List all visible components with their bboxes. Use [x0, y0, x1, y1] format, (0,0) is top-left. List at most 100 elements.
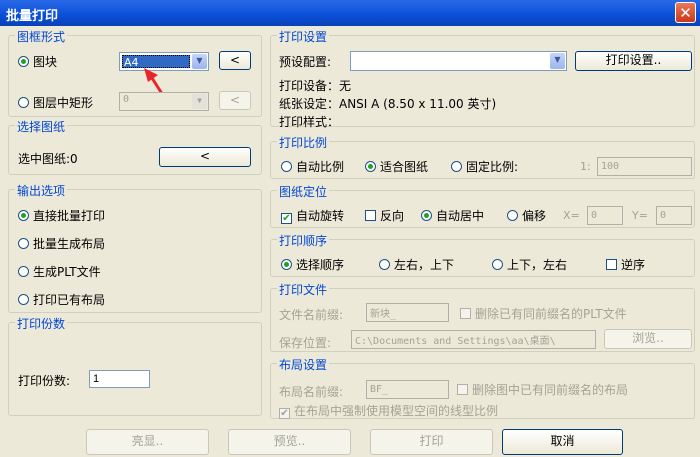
offset-y-input[interactable]: [656, 206, 692, 225]
file-prefix-input[interactable]: [366, 303, 449, 322]
radio-indicator: [492, 259, 503, 270]
auto-rotate-label: 自动旋转: [296, 209, 345, 223]
chevron-down-icon[interactable]: ▼: [550, 53, 565, 69]
scale-fit-radio[interactable]: 适合图纸: [365, 158, 428, 175]
radio-indicator: [18, 294, 29, 305]
radio-indicator: [451, 161, 462, 172]
radio-indicator: [18, 97, 29, 108]
output-plt-radio[interactable]: 生成PLT文件: [18, 263, 101, 280]
print-button-label: 打印: [419, 434, 444, 448]
radio-indicator: [18, 210, 29, 221]
cancel-button[interactable]: 取消: [502, 429, 623, 455]
output-layout-radio[interactable]: 批量生成布局: [18, 235, 105, 252]
layer-rect-select[interactable]: 0 ▼: [119, 92, 209, 111]
reverse-label: 反向: [380, 209, 405, 223]
scale-fixed-radio[interactable]: 固定比例:: [451, 158, 518, 175]
copies-label: 打印份数:: [18, 374, 71, 388]
pick-icon: <: [229, 53, 241, 67]
cancel-button-label: 取消: [550, 434, 575, 448]
layer-rect-select-value: 0: [123, 94, 130, 105]
copies-group: [8, 322, 262, 416]
check-icon: ✔: [279, 408, 290, 419]
delete-plt-label: 删除已有同前缀名的PLT文件: [475, 307, 627, 321]
scale-ratio-prefix: 1:: [580, 160, 591, 173]
order-tb-lr-label: 上下，左右: [507, 258, 568, 272]
output-options-title: 输出选项: [15, 182, 68, 199]
order-selection-label: 选择顺序: [296, 258, 345, 272]
offset-radio[interactable]: 偏移: [507, 207, 546, 224]
auto-center-radio[interactable]: 自动居中: [421, 207, 484, 224]
layout-prefix-input[interactable]: [366, 380, 449, 399]
scale-auto-label: 自动比例: [296, 160, 345, 174]
check-icon: [457, 384, 468, 395]
output-layout-label: 批量生成布局: [33, 237, 106, 251]
browse-button[interactable]: 浏览..: [604, 329, 692, 349]
delete-layout-checkbox[interactable]: 删除图中已有同前缀名的布局: [457, 381, 628, 398]
close-icon: ✕: [679, 4, 692, 22]
highlight-button-label: 亮显..: [131, 434, 164, 448]
force-linetype-checkbox[interactable]: ✔ 在布局中强制使用模型空间的线型比例: [279, 402, 498, 419]
copies-input[interactable]: [89, 370, 150, 388]
radio-indicator: [18, 56, 29, 67]
preset-label: 预设配置:: [279, 55, 332, 69]
scale-fixed-label: 固定比例:: [466, 160, 519, 174]
check-icon: [606, 259, 617, 270]
print-order-title: 打印顺序: [277, 232, 330, 249]
print-file-title: 打印文件: [277, 281, 330, 298]
order-lr-tb-radio[interactable]: 左右，上下: [379, 256, 454, 273]
preset-select[interactable]: ▼: [350, 51, 567, 71]
layout-prefix-label: 布局名前缀:: [279, 385, 344, 399]
layer-rect-pick-button[interactable]: <: [219, 91, 251, 110]
check-icon: [365, 210, 376, 221]
layout-settings-title: 布局设置: [277, 356, 330, 373]
highlight-button[interactable]: 亮显..: [86, 429, 209, 455]
force-linetype-label: 在布局中强制使用模型空间的线型比例: [294, 404, 499, 418]
select-drawing-title: 选择图纸: [15, 118, 68, 135]
selected-count-label: 选中图纸:0: [18, 152, 78, 166]
pick-icon: <: [229, 93, 241, 107]
delete-layout-label: 删除图中已有同前缀名的布局: [472, 383, 629, 397]
browse-button-label: 浏览..: [632, 331, 664, 345]
output-existing-radio[interactable]: 打印已有布局: [18, 291, 105, 308]
save-location-input[interactable]: [351, 330, 596, 349]
block-pick-button[interactable]: <: [219, 51, 251, 70]
print-button[interactable]: 打印: [370, 429, 493, 455]
order-reverse-label: 逆序: [621, 258, 646, 272]
output-direct-radio[interactable]: 直接批量打印: [18, 207, 105, 224]
radio-indicator: [18, 238, 29, 249]
layer-rect-radio[interactable]: 图层中矩形: [18, 94, 93, 111]
print-scale-title: 打印比例: [277, 134, 330, 151]
auto-center-label: 自动居中: [436, 209, 485, 223]
radio-indicator: [507, 210, 518, 221]
block-radio[interactable]: 图块: [18, 53, 57, 70]
close-button[interactable]: ✕: [675, 2, 696, 23]
radio-indicator: [421, 210, 432, 221]
delete-plt-checkbox[interactable]: 删除已有同前缀名的PLT文件: [460, 305, 627, 322]
radio-indicator: [379, 259, 390, 270]
output-plt-label: 生成PLT文件: [33, 265, 101, 279]
offset-label: 偏移: [522, 209, 547, 223]
radio-indicator: [281, 161, 292, 172]
title-bar: 批量打印 ✕: [0, 0, 700, 26]
preview-button-label: 预览..: [273, 434, 306, 448]
preview-button[interactable]: 预览..: [228, 429, 351, 455]
printer-device: 打印设备：无: [279, 79, 352, 93]
chevron-down-icon[interactable]: ▼: [192, 94, 207, 109]
scale-auto-radio[interactable]: 自动比例: [281, 158, 344, 175]
auto-rotate-checkbox[interactable]: ✔ 自动旋转: [281, 207, 344, 224]
order-reverse-checkbox[interactable]: 逆序: [606, 256, 645, 273]
print-settings-button[interactable]: 打印设置..: [575, 51, 692, 71]
chevron-down-icon[interactable]: ▼: [192, 54, 207, 69]
copies-title: 打印份数: [15, 315, 68, 332]
order-tb-lr-radio[interactable]: 上下，左右: [492, 256, 567, 273]
select-drawing-pick-button[interactable]: <: [159, 147, 251, 167]
layer-rect-radio-label: 图层中矩形: [33, 96, 94, 110]
print-settings-title: 打印设置: [277, 28, 330, 45]
scale-ratio-input[interactable]: [597, 157, 692, 176]
order-selection-radio[interactable]: 选择顺序: [281, 256, 344, 273]
reverse-checkbox[interactable]: 反向: [365, 207, 404, 224]
check-icon: ✔: [281, 213, 292, 224]
block-radio-label: 图块: [33, 55, 58, 69]
output-existing-label: 打印已有布局: [33, 293, 106, 307]
offset-x-input[interactable]: [587, 206, 623, 225]
